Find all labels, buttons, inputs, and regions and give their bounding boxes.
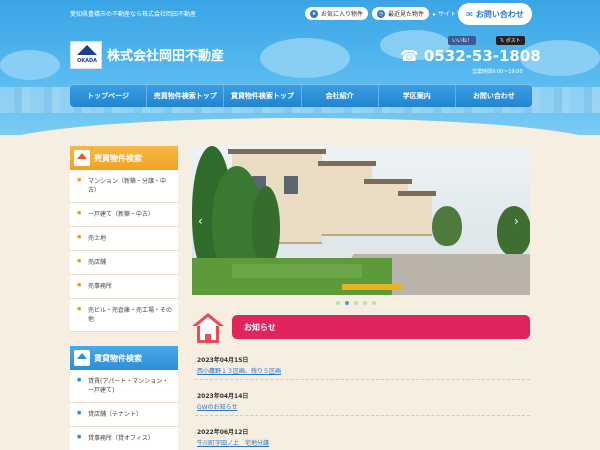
star-icon: ★ — [310, 9, 318, 18]
favorites-label: お気に入り物件 — [321, 11, 364, 18]
slider-dot[interactable] — [336, 301, 340, 305]
news-date: 2022年06月12日 — [197, 429, 249, 436]
header-contact-button[interactable]: ✉ お問い合わせ — [458, 3, 532, 25]
sale-search-title: 売買物件検索 — [94, 153, 142, 163]
nav-item-top[interactable]: トップページ — [70, 85, 148, 107]
news-link[interactable]: 牛川町字田ノ上 宅地分譲 — [197, 438, 528, 447]
slider-prev-button[interactable]: ‹ — [198, 214, 203, 228]
nav-item-contact[interactable]: お問い合わせ — [456, 85, 532, 107]
twitter-post-button[interactable]: 𝕏 ポスト — [496, 36, 525, 45]
logo-text: OKADA — [76, 58, 97, 64]
hero-slider: ‹ › — [192, 146, 530, 295]
tree-photo-element — [432, 206, 462, 246]
nav-item-school-district[interactable]: 学区案内 — [379, 85, 456, 107]
sidebar-item-building-sale[interactable]: 売ビル・売倉庫・売工場・その他 — [70, 299, 178, 332]
news-header: お知らせ — [192, 313, 530, 345]
house-icon — [192, 313, 224, 345]
news-item: 2023年04月15日 西小鷹野１３区画、残り５区画 — [195, 352, 530, 380]
slider-dot[interactable] — [363, 301, 367, 305]
news-item: 2022年06月12日 牛川町字田ノ上 宅地分譲 — [195, 424, 530, 450]
twitter-post-label: ポスト — [505, 38, 521, 44]
news-item: 2023年04月14日 GWのお知らせ — [195, 388, 530, 416]
sidebar-item-shop-sale[interactable]: 売店舗 — [70, 251, 178, 275]
hedge-photo-element — [232, 264, 362, 278]
sidebar-item-shop-rent[interactable]: 貸店舗（テナント） — [70, 403, 178, 427]
flowers-photo-element — [342, 284, 402, 290]
slider-dot[interactable] — [345, 301, 349, 305]
company-logo[interactable]: OKADA — [70, 41, 102, 69]
social-buttons: いいね！ 𝕏 ポスト — [448, 36, 525, 45]
slider-dot[interactable] — [354, 301, 358, 305]
sidebar-item-office-sale[interactable]: 売事務所 — [70, 275, 178, 299]
window-photo-element — [284, 176, 298, 194]
slider-next-button[interactable]: › — [514, 214, 519, 228]
nav-item-sale-search[interactable]: 売買物件検索トップ — [147, 85, 225, 107]
slider-dots — [336, 301, 376, 305]
rent-search-title: 賃貸物件検索 — [94, 353, 142, 363]
news-link[interactable]: 西小鷹野１３区画、残り５区画 — [197, 366, 528, 375]
sidebar: 売買物件検索 マンション（新築・分譲・中古） 一戸建て（新築・中古） 売土地 売… — [70, 146, 178, 450]
company-name[interactable]: 株式会社岡田不動産 — [107, 45, 224, 64]
news-title: お知らせ — [232, 315, 530, 339]
sidebar-item-house-sale[interactable]: 一戸建て（新築・中古） — [70, 203, 178, 227]
header-wave-divider — [0, 118, 600, 135]
tree-photo-element — [252, 186, 280, 266]
mail-icon: ✉ — [466, 9, 473, 19]
business-hours: 営業時間9:00～19:00 — [472, 69, 523, 75]
house-photo-element — [318, 161, 376, 236]
news-list: 2023年04月15日 西小鷹野１３区画、残り５区画 2023年04月14日 G… — [195, 352, 530, 450]
phone-icon: ☎ — [400, 47, 424, 65]
house-icon — [74, 350, 90, 366]
recently-viewed-label: 最近見た物件 — [388, 11, 425, 18]
sidebar-item-residential-rent[interactable]: 貸賃(アパート・マンション・一戸建て) — [70, 370, 178, 403]
nav-item-rent-search[interactable]: 賃貸物件検索トップ — [224, 85, 302, 107]
site-header: 愛知県豊橋市の不動産なら株式会社岡田不動産 ★ お気に入り物件 ◷ 最近見た物件… — [0, 0, 600, 135]
news-date: 2023年04月14日 — [197, 393, 249, 400]
news-link[interactable]: GWのお知らせ — [197, 402, 528, 411]
facebook-like-button[interactable]: いいね！ — [448, 36, 477, 45]
clock-icon: ◷ — [377, 9, 386, 18]
house-icon — [74, 150, 90, 166]
recently-viewed-link[interactable]: ◷ 最近見た物件 — [372, 7, 430, 20]
news-date: 2023年04月15日 — [197, 357, 249, 364]
cloud-decoration — [0, 50, 60, 80]
sidebar-item-mansion-sale[interactable]: マンション（新築・分譲・中古） — [70, 170, 178, 203]
sidebar-item-office-rent[interactable]: 貸事務所（貸オフィス） — [70, 427, 178, 450]
sale-search-heading: 売買物件検索 — [70, 146, 178, 170]
nav-item-company[interactable]: 会社紹介 — [302, 85, 379, 107]
favorites-link[interactable]: ★ お気に入り物件 — [305, 7, 369, 20]
sidebar-item-land-sale[interactable]: 売土地 — [70, 227, 178, 251]
main-nav: トップページ 売買物件検索トップ 賃貸物件検索トップ 会社紹介 学区案内 お問い… — [70, 84, 532, 107]
phone-number-text: 0532-53-1808 — [423, 47, 541, 65]
cloud-decoration — [260, 38, 350, 78]
logo-roof-icon — [77, 45, 97, 55]
top-links: ★ お気に入り物件 ◷ 最近見た物件 ▸ サイトマップ — [305, 7, 474, 20]
slider-dot[interactable] — [372, 301, 376, 305]
house-photo-element — [398, 191, 436, 236]
site-tagline: 愛知県豊橋市の不動産なら株式会社岡田不動産 — [70, 11, 197, 18]
facebook-like-label: いいね！ — [452, 38, 473, 44]
header-contact-label: お問い合わせ — [475, 9, 524, 19]
rent-search-heading: 賃貸物件検索 — [70, 346, 178, 370]
phone-number: ☎ 0532-53-1808 — [400, 47, 541, 65]
